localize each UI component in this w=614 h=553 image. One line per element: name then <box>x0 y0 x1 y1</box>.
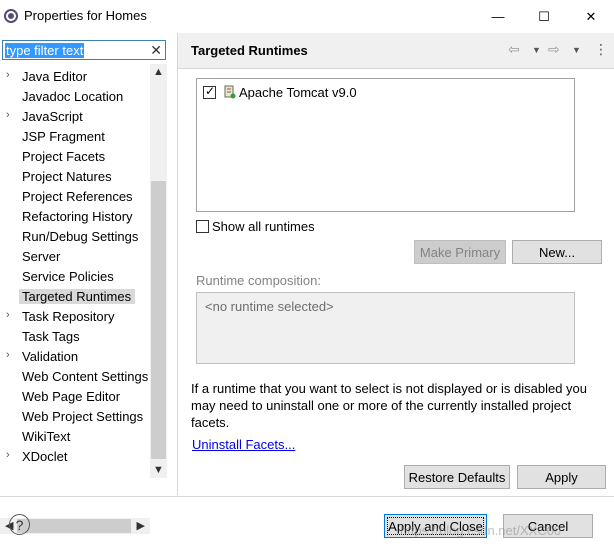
restore-defaults-button[interactable]: Restore Defaults <box>404 465 510 489</box>
window-title: Properties for Homes <box>24 8 147 23</box>
tree-item[interactable]: › Validation <box>0 346 150 366</box>
tree-item[interactable]: Project References <box>0 186 150 206</box>
tree-item-label: Validation <box>22 349 79 364</box>
tree-item[interactable]: Server <box>0 246 150 266</box>
tree-item[interactable]: Javadoc Location <box>0 86 150 106</box>
show-all-runtimes-label: Show all runtimes <box>212 219 315 234</box>
expand-chevron-icon[interactable]: › <box>6 449 10 461</box>
expand-chevron-icon[interactable]: › <box>6 69 10 81</box>
watermark: https://blog.csdn.net/XXC00 <box>400 523 562 538</box>
new-runtime-button[interactable]: New... <box>512 240 602 264</box>
tree-item[interactable]: Targeted Runtimes <box>0 286 150 306</box>
tree-item[interactable]: Web Page Editor <box>0 386 150 406</box>
runtime-row[interactable]: Apache Tomcat v9.0 <box>203 84 503 102</box>
help-icon[interactable]: ? <box>9 514 30 535</box>
footer-divider <box>0 496 614 497</box>
filter-input[interactable]: type filter text ✕ <box>2 40 166 60</box>
tree-item-label: XDoclet <box>22 449 68 464</box>
tree-item-label: Task Tags <box>22 329 80 344</box>
pane-divider[interactable] <box>177 33 178 495</box>
tree-vertical-scrollbar[interactable]: ▲ ▼ <box>150 64 167 478</box>
scroll-down-icon[interactable]: ▼ <box>153 464 164 476</box>
tree-item-label: Run/Debug Settings <box>22 229 139 244</box>
show-all-runtimes[interactable]: Show all runtimes <box>196 218 396 236</box>
tree-item[interactable]: Project Natures <box>0 166 150 186</box>
page-title: Targeted Runtimes <box>191 43 308 58</box>
tree-item-label: Project Natures <box>22 169 112 184</box>
expand-chevron-icon[interactable]: › <box>6 309 10 321</box>
maximize-button[interactable]: ☐ <box>521 0 567 33</box>
tree-item[interactable]: Project Facets <box>0 146 150 166</box>
back-arrow-icon[interactable]: ⇦ <box>508 41 520 58</box>
tree-item[interactable]: Service Policies <box>0 266 150 286</box>
close-button[interactable]: ✕ <box>568 0 614 33</box>
tree-item-label: JavaScript <box>22 109 83 124</box>
tree-item[interactable]: Run/Debug Settings <box>0 226 150 246</box>
uninstall-facets-link[interactable]: Uninstall Facets... <box>192 437 295 452</box>
tree-item[interactable]: Task Tags <box>0 326 150 346</box>
left-pane: type filter text ✕ › Java Editor Javadoc L… <box>0 38 167 534</box>
tree-item-label: WikiText <box>22 429 71 444</box>
tree-item[interactable]: Refactoring History <box>0 206 150 226</box>
eclipse-app-icon <box>4 9 18 23</box>
tomcat-server-icon <box>224 85 236 99</box>
runtime-composition-label: Runtime composition: <box>196 273 321 288</box>
vertical-scroll-thumb[interactable] <box>151 181 166 459</box>
view-menu-icon[interactable]: ⋮ <box>594 41 608 58</box>
horizontal-scroll-thumb[interactable] <box>17 519 131 533</box>
tree-item-label: Service Policies <box>22 269 114 284</box>
make-primary-button[interactable]: Make Primary <box>414 240 506 264</box>
apply-button[interactable]: Apply <box>517 465 606 489</box>
close-icon: ✕ <box>585 8 597 24</box>
title-bar: Properties for Homes — ☐ ✕ <box>0 0 614 33</box>
tree-item-label: Project Facets <box>22 149 106 164</box>
filter-input-value: type filter text <box>5 43 85 58</box>
tree-item-label: Refactoring History <box>22 209 133 224</box>
tree-item[interactable]: JSP Fragment <box>0 126 150 146</box>
tree-item[interactable]: WikiText <box>0 426 150 446</box>
tree-item[interactable]: › Java Editor <box>0 66 150 86</box>
header-divider <box>178 68 614 69</box>
tree-item-label: Server <box>22 249 61 264</box>
minimize-button[interactable]: — <box>475 0 521 33</box>
tree-item-label: Java Editor <box>22 69 88 84</box>
tree-item-label: Web Project Settings <box>22 409 144 424</box>
info-message: If a runtime that you want to select is … <box>191 381 587 430</box>
tree-item[interactable]: Web Content Settings <box>0 366 150 386</box>
property-page-tree: › Java Editor Javadoc Location › JavaScript J… <box>0 64 150 478</box>
maximize-icon: ☐ <box>538 8 550 24</box>
expand-chevron-icon[interactable]: › <box>6 349 10 361</box>
clear-filter-icon[interactable]: ✕ <box>150 42 162 59</box>
runtime-composition-panel: <no runtime selected> <box>196 292 575 364</box>
minimize-icon: — <box>491 9 505 24</box>
tree-item-label: Web Content Settings <box>22 369 149 384</box>
runtime-label: Apache Tomcat v9.0 <box>239 85 357 100</box>
tree-item-label: Web Page Editor <box>22 389 121 404</box>
runtime-composition-placeholder: <no runtime selected> <box>205 299 334 314</box>
scroll-up-icon[interactable]: ▲ <box>153 66 164 78</box>
tree-item-label: Targeted Runtimes <box>19 289 136 304</box>
tree-item[interactable]: › JavaScript <box>0 106 150 126</box>
forward-arrow-icon[interactable]: ⇨ <box>548 41 560 58</box>
scroll-right-icon[interactable]: ▶ <box>137 519 145 532</box>
tree-item-label: JSP Fragment <box>22 129 105 144</box>
back-history-dropdown-icon[interactable]: ▼ <box>532 45 541 55</box>
tree-item[interactable]: › XDoclet <box>0 446 150 466</box>
expand-chevron-icon[interactable]: › <box>6 109 10 121</box>
runtime-list: Apache Tomcat v9.0 <box>196 78 575 212</box>
tree-item[interactable]: Web Project Settings <box>0 406 150 426</box>
tree-item-label: Task Repository <box>22 309 115 324</box>
forward-history-dropdown-icon[interactable]: ▼ <box>572 45 581 55</box>
tree-item-label: Javadoc Location <box>22 89 124 104</box>
runtime-checkbox[interactable] <box>203 84 216 99</box>
tree-item-label: Project References <box>22 189 133 204</box>
tree-item[interactable]: › Task Repository <box>0 306 150 326</box>
show-all-runtimes-checkbox[interactable] <box>196 220 209 233</box>
